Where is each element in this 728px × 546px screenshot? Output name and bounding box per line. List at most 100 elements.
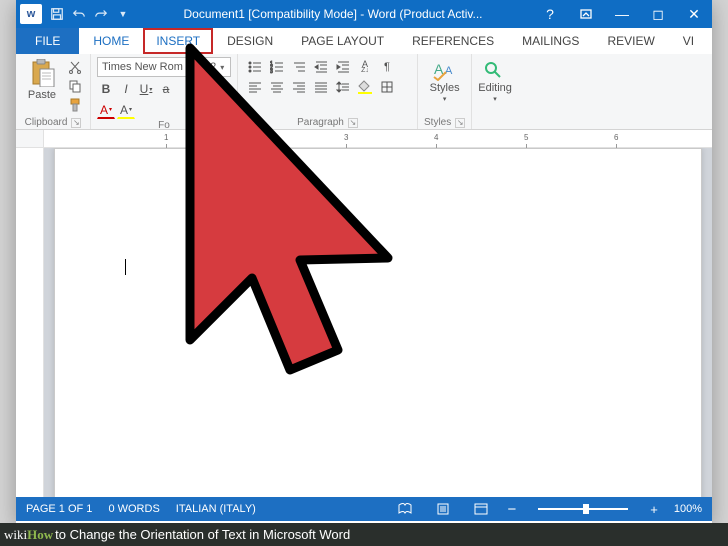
ruler-row: 1 2 3 4 5 6 — [16, 130, 712, 148]
group-paragraph: 123 AZ↓ ¶ Paragraph ↘ — [238, 54, 418, 129]
show-marks-button[interactable]: ¶ — [376, 57, 398, 77]
zoom-out-button[interactable]: − — [508, 501, 517, 518]
read-mode-button[interactable] — [394, 499, 416, 519]
text-cursor — [125, 259, 126, 275]
undo-icon[interactable] — [69, 4, 89, 24]
styles-icon: AA — [432, 59, 458, 81]
ruler-tick: 5 — [524, 133, 528, 142]
sort-button[interactable]: AZ↓ — [354, 57, 376, 77]
tab-references[interactable]: REFERENCES — [398, 28, 508, 54]
vertical-ruler[interactable] — [16, 148, 44, 497]
highlight-button[interactable]: A▾ — [117, 101, 135, 119]
strike-button[interactable]: a — [157, 80, 175, 98]
close-button[interactable]: ✕ — [676, 0, 712, 28]
increase-indent-button[interactable] — [332, 57, 354, 77]
window-title: Document1 [Compatibility Mode] - Word (P… — [134, 7, 532, 21]
word-window: w ▼ Document1 [Compatibility Mode] - Wor… — [16, 0, 712, 523]
ruler-tick: 2 — [254, 133, 258, 142]
tab-insert[interactable]: INSERT — [143, 28, 213, 54]
paste-button[interactable]: Paste — [22, 57, 62, 116]
paragraph-label: Paragraph — [297, 117, 344, 128]
line-spacing-button[interactable] — [332, 77, 354, 97]
horizontal-ruler[interactable]: 1 2 3 4 5 6 — [44, 130, 712, 147]
wiki-text: wiki — [4, 527, 27, 543]
bullets-button[interactable] — [244, 57, 266, 77]
paste-label: Paste — [28, 89, 56, 101]
word-count[interactable]: 0 WORDS — [108, 503, 159, 515]
group-clipboard: Paste Clipboard↘ — [16, 54, 91, 129]
tab-file[interactable]: FILE — [16, 28, 79, 54]
help-button[interactable]: ? — [532, 0, 568, 28]
ruler-tick: 1 — [164, 133, 168, 142]
borders-button[interactable] — [376, 77, 398, 97]
document-area — [16, 148, 712, 497]
title-bar: w ▼ Document1 [Compatibility Mode] - Wor… — [16, 0, 712, 28]
qat-dropdown-icon[interactable]: ▼ — [113, 4, 133, 24]
group-editing: Editing ▾ — [472, 54, 518, 129]
tab-review[interactable]: REVIEW — [593, 28, 668, 54]
underline-button[interactable]: U▾ — [137, 80, 155, 98]
tab-page-layout[interactable]: PAGE LAYOUT — [287, 28, 398, 54]
document-page[interactable] — [54, 148, 702, 497]
print-layout-button[interactable] — [432, 499, 454, 519]
caption-text: to Change the Orientation of Text in Mic… — [55, 527, 350, 542]
ruler-tick: 6 — [614, 133, 618, 142]
page-surface[interactable] — [44, 148, 712, 497]
multilevel-button[interactable] — [288, 57, 310, 77]
status-bar: PAGE 1 OF 1 0 WORDS ITALIAN (ITALY) − + … — [16, 497, 712, 521]
font-size-select[interactable]: 12▾ — [199, 57, 231, 77]
minimize-button[interactable]: — — [604, 0, 640, 28]
font-color-button[interactable]: A▾ — [97, 101, 115, 119]
tab-home[interactable]: HOME — [79, 28, 143, 54]
styles-launcher[interactable]: ↘ — [455, 118, 465, 128]
editing-button[interactable]: Editing ▾ — [478, 57, 512, 103]
page-indicator[interactable]: PAGE 1 OF 1 — [26, 503, 92, 515]
tab-mailings[interactable]: MAILINGS — [508, 28, 593, 54]
save-icon[interactable] — [47, 4, 67, 24]
cut-button[interactable] — [66, 59, 84, 75]
font-name-value: Times New Rom — [102, 61, 183, 73]
align-left-button[interactable] — [244, 77, 266, 97]
bold-button[interactable]: B — [97, 80, 115, 98]
font-name-select[interactable]: Times New Rom▾ — [97, 57, 197, 77]
zoom-slider[interactable] — [538, 508, 628, 510]
styles-btn-label: Styles — [430, 82, 460, 94]
underline-glyph: U — [140, 82, 149, 96]
paragraph-launcher[interactable]: ↘ — [348, 118, 358, 128]
italic-button[interactable]: I — [117, 80, 135, 98]
format-painter-button[interactable] — [66, 97, 84, 113]
ruler-tick: 3 — [344, 133, 348, 142]
copy-button[interactable] — [66, 78, 84, 94]
zoom-percent[interactable]: 100% — [674, 503, 702, 515]
ribbon-display-button[interactable] — [568, 0, 604, 28]
tab-view-partial[interactable]: VI — [669, 28, 708, 54]
numbering-button[interactable]: 123 — [266, 57, 288, 77]
word-icon: w — [20, 4, 42, 24]
align-center-button[interactable] — [266, 77, 288, 97]
zoom-in-button[interactable]: + — [650, 502, 658, 517]
find-icon — [482, 59, 508, 81]
justify-button[interactable] — [310, 77, 332, 97]
tab-design[interactable]: DESIGN — [213, 28, 287, 54]
redo-icon[interactable] — [91, 4, 111, 24]
styles-label: Styles — [424, 117, 451, 128]
group-styles: AA Styles ▾ Styles ↘ — [418, 54, 472, 129]
styles-button[interactable]: AA Styles ▾ — [424, 57, 465, 103]
shading-button[interactable] — [354, 77, 376, 97]
web-layout-button[interactable] — [470, 499, 492, 519]
align-right-button[interactable] — [288, 77, 310, 97]
decrease-indent-button[interactable] — [310, 57, 332, 77]
wikihow-caption: wikiHow to Change the Orientation of Tex… — [0, 523, 728, 546]
clipboard-launcher[interactable]: ↘ — [71, 118, 81, 128]
editing-btn-label: Editing — [478, 82, 512, 94]
font-color-glyph: A — [100, 103, 108, 117]
ruler-tick: 4 — [434, 133, 438, 142]
how-text: How — [27, 527, 53, 543]
group-font: Times New Rom▾ 12▾ B I U▾ a A▾ A▾ Fo — [91, 54, 238, 129]
svg-text:A: A — [445, 65, 453, 77]
highlight-glyph: A — [120, 103, 128, 117]
font-size-value: 12 — [204, 61, 216, 73]
clipboard-icon — [29, 59, 55, 87]
language-indicator[interactable]: ITALIAN (ITALY) — [176, 503, 256, 515]
maximize-button[interactable]: ◻ — [640, 0, 676, 28]
